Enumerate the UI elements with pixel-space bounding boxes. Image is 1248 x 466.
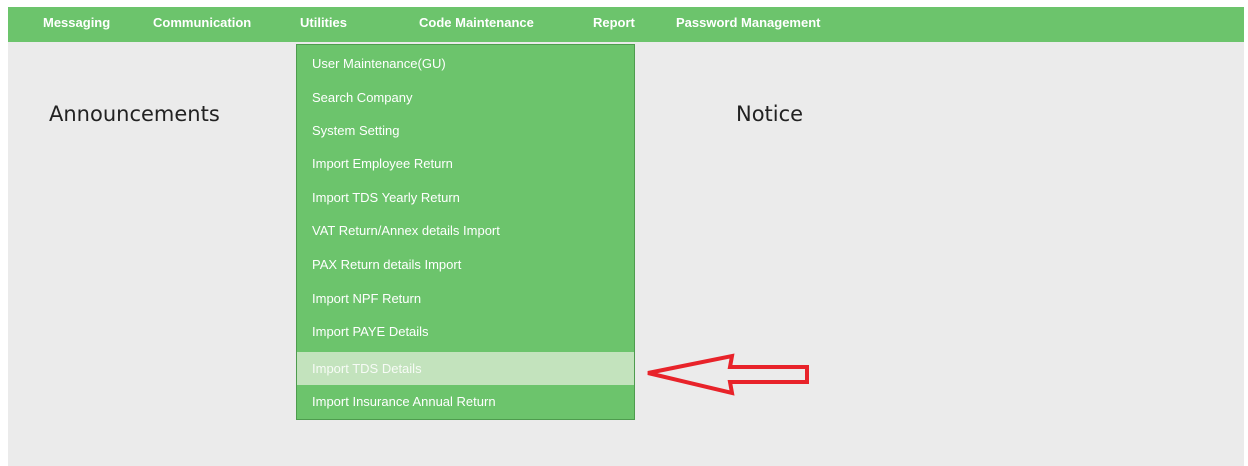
menu-item-user-maintenance[interactable]: User Maintenance(GU)	[297, 47, 634, 80]
announcements-heading: Announcements	[49, 102, 220, 126]
menu-item-import-npf-return[interactable]: Import NPF Return	[297, 282, 634, 315]
menu-item-vat-return-annex-import[interactable]: VAT Return/Annex details Import	[297, 214, 634, 247]
nav-code-maintenance[interactable]: Code Maintenance	[419, 7, 534, 42]
menu-item-system-setting[interactable]: System Setting	[297, 114, 634, 147]
notice-heading: Notice	[736, 102, 804, 126]
red-arrow-icon	[647, 353, 809, 396]
nav-communication[interactable]: Communication	[153, 7, 251, 42]
menu-item-search-company[interactable]: Search Company	[297, 81, 634, 114]
menu-item-import-insurance-annual-return[interactable]: Import Insurance Annual Return	[297, 385, 634, 418]
nav-messaging[interactable]: Messaging	[43, 7, 110, 42]
nav-report[interactable]: Report	[593, 7, 635, 42]
top-nav-bar: Messaging Communication Utilities Code M…	[8, 7, 1244, 42]
menu-item-pax-return-import[interactable]: PAX Return details Import	[297, 248, 634, 281]
nav-utilities[interactable]: Utilities	[300, 7, 347, 42]
nav-password-management[interactable]: Password Management	[676, 7, 821, 42]
menu-item-import-tds-yearly-return[interactable]: Import TDS Yearly Return	[297, 181, 634, 214]
menu-item-import-paye-details[interactable]: Import PAYE Details	[297, 315, 634, 348]
menu-item-import-employee-return[interactable]: Import Employee Return	[297, 147, 634, 180]
utilities-dropdown-menu: User Maintenance(GU) Search Company Syst…	[296, 44, 635, 420]
menu-item-import-tds-details[interactable]: Import TDS Details	[297, 352, 634, 385]
